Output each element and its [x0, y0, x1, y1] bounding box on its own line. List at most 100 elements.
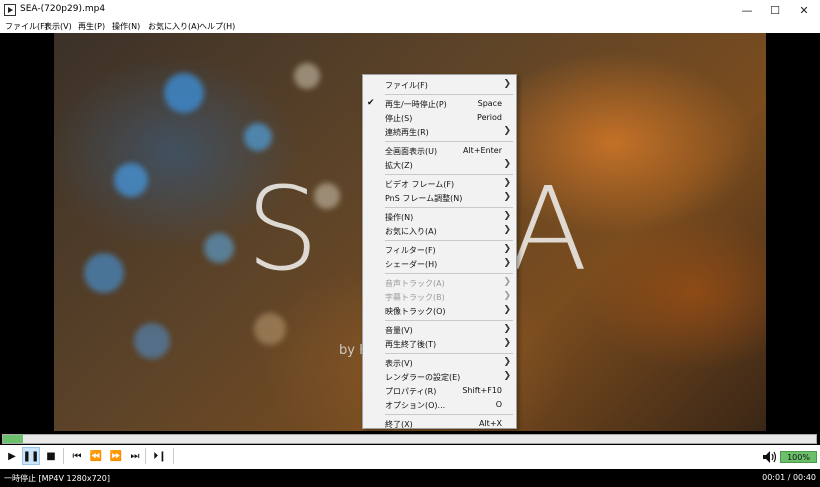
menu-separator	[385, 353, 513, 354]
submenu-arrow-icon: ❯	[503, 291, 511, 301]
menu-view[interactable]: 表示(V)	[44, 21, 72, 32]
pause-button[interactable]: ❚❚	[22, 447, 40, 465]
context-item-shortcut: Space	[477, 99, 502, 108]
menu-separator	[385, 207, 513, 208]
submenu-arrow-icon: ❯	[503, 357, 511, 367]
context-item-label: フィルター(F)	[385, 246, 436, 255]
submenu-arrow-icon: ❯	[503, 258, 511, 268]
context-item-2[interactable]: ✔ 再生/一時停止(P) Space	[363, 97, 516, 111]
skip-previous-button[interactable]: ⏮	[68, 447, 86, 465]
status-text: 一時停止 [MP4V 1280x720]	[4, 474, 110, 483]
context-item-20[interactable]: 映像トラック(O) ❯	[363, 304, 516, 318]
close-button[interactable]: ✕	[791, 0, 817, 20]
context-item-26[interactable]: レンダラーの設定(E) ❯	[363, 370, 516, 384]
context-item-label: 全画面表示(U)	[385, 147, 438, 156]
menu-favorites[interactable]: お気に入り(A)	[148, 21, 200, 32]
play-button[interactable]: ▶	[3, 447, 21, 465]
seek-bar[interactable]	[2, 434, 817, 444]
context-item-30[interactable]: 終了(X) Alt+X	[363, 417, 516, 431]
context-item-label: ビデオ フレーム(F)	[385, 180, 455, 189]
menu-navigate[interactable]: 操作(N)	[112, 21, 140, 32]
context-item-shortcut: Alt+X	[478, 419, 502, 428]
context-item-label: ファイル(F)	[385, 81, 428, 90]
context-item-10[interactable]: PnS フレーム調整(N) ❯	[363, 191, 516, 205]
minimize-icon: —	[741, 3, 753, 17]
menu-bar: ファイル(F) 表示(V) 再生(P) 操作(N) お気に入り(A) ヘルプ(H…	[0, 20, 820, 33]
maximize-icon: ☐	[770, 3, 780, 17]
rewind-icon: ⏪	[89, 450, 103, 462]
context-item-label: シェーダー(H)	[385, 260, 438, 269]
fast-forward-button[interactable]: ⏩	[107, 447, 125, 465]
bokeh-light	[244, 123, 272, 151]
context-item-shortcut: Shift+F10	[462, 386, 502, 395]
fast-forward-icon: ⏩	[109, 450, 123, 462]
submenu-arrow-icon: ❯	[503, 178, 511, 188]
context-item-shortcut: Alt+Enter	[462, 146, 502, 155]
context-item-13[interactable]: お気に入り(A) ❯	[363, 224, 516, 238]
context-item-4[interactable]: 連続再生(R) ❯	[363, 125, 516, 139]
context-item-0[interactable]: ファイル(F) ❯	[363, 78, 516, 92]
bokeh-light	[294, 63, 320, 89]
maximize-button[interactable]: ☐	[762, 0, 788, 20]
toolbar-separator	[173, 448, 174, 464]
skip-previous-icon: ⏮	[72, 450, 82, 462]
submenu-arrow-icon: ❯	[503, 371, 511, 381]
context-item-7[interactable]: 拡大(Z) ❯	[363, 158, 516, 172]
context-item-label: 音量(V)	[385, 326, 413, 335]
skip-next-button[interactable]: ⏭	[126, 447, 144, 465]
submenu-arrow-icon: ❯	[503, 192, 511, 202]
title-letter-a: A	[509, 163, 588, 297]
menu-file[interactable]: ファイル(F)	[5, 21, 48, 32]
context-item-label: 操作(N)	[385, 213, 414, 222]
toolbar-separator	[145, 448, 146, 464]
seek-progress	[3, 435, 24, 443]
volume-slider[interactable]: 100%	[780, 451, 817, 463]
context-item-28[interactable]: オプション(O)... O	[363, 398, 516, 412]
title-letter-s: S	[246, 163, 319, 297]
frame-step-button[interactable]: ⏵❙	[151, 447, 169, 465]
submenu-arrow-icon: ❯	[503, 225, 511, 235]
submenu-arrow-icon: ❯	[503, 324, 511, 334]
menu-help[interactable]: ヘルプ(H)	[199, 21, 235, 32]
context-item-label: 音声トラック(A)	[385, 279, 445, 288]
context-item-12[interactable]: 操作(N) ❯	[363, 210, 516, 224]
context-item-9[interactable]: ビデオ フレーム(F) ❯	[363, 177, 516, 191]
minimize-button[interactable]: —	[734, 0, 760, 20]
context-item-label: プロパティ(R)	[385, 387, 437, 396]
submenu-arrow-icon: ❯	[503, 211, 511, 221]
title-bar: SEA-(720p29).mp4 — ☐ ✕	[0, 0, 820, 20]
context-item-label: 停止(S)	[385, 114, 413, 123]
stop-button[interactable]: ■	[42, 447, 60, 465]
context-item-15[interactable]: フィルター(F) ❯	[363, 243, 516, 257]
context-item-label: 再生/一時停止(P)	[385, 100, 447, 109]
context-item-shortcut: Period	[477, 113, 502, 122]
window-title: SEA-(720p29).mp4	[20, 4, 106, 14]
context-item-19: 字幕トラック(B) ❯	[363, 290, 516, 304]
bokeh-light	[204, 233, 234, 263]
context-item-label: 再生終了後(T)	[385, 340, 437, 349]
menu-separator	[385, 240, 513, 241]
bokeh-light	[164, 73, 204, 113]
context-item-27[interactable]: プロパティ(R) Shift+F10	[363, 384, 516, 398]
menu-play[interactable]: 再生(P)	[78, 21, 105, 32]
control-bar: 100% ▶ ❚❚ ■ ⏮ ⏪ ⏩ ⏭ ⏵❙	[0, 445, 820, 469]
context-item-25[interactable]: 表示(V) ❯	[363, 356, 516, 370]
context-item-label: レンダラーの設定(E)	[385, 373, 461, 382]
rewind-button[interactable]: ⏪	[87, 447, 105, 465]
app-icon	[4, 4, 16, 16]
menu-separator	[385, 94, 513, 95]
context-item-6[interactable]: 全画面表示(U) Alt+Enter	[363, 144, 516, 158]
context-item-3[interactable]: 停止(S) Period	[363, 111, 516, 125]
speaker-icon[interactable]	[760, 448, 778, 466]
context-item-shortcut: O	[495, 400, 502, 409]
context-item-label: 字幕トラック(B)	[385, 293, 445, 302]
volume-label: 100%	[787, 452, 810, 462]
context-item-23[interactable]: 再生終了後(T) ❯	[363, 337, 516, 351]
context-item-22[interactable]: 音量(V) ❯	[363, 323, 516, 337]
context-item-16[interactable]: シェーダー(H) ❯	[363, 257, 516, 271]
context-item-label: 表示(V)	[385, 359, 413, 368]
bokeh-light	[134, 323, 170, 359]
pause-icon: ❚❚	[22, 450, 40, 462]
menu-separator	[385, 320, 513, 321]
status-bar: 一時停止 [MP4V 1280x720] 00:01 / 00:40	[0, 469, 820, 487]
